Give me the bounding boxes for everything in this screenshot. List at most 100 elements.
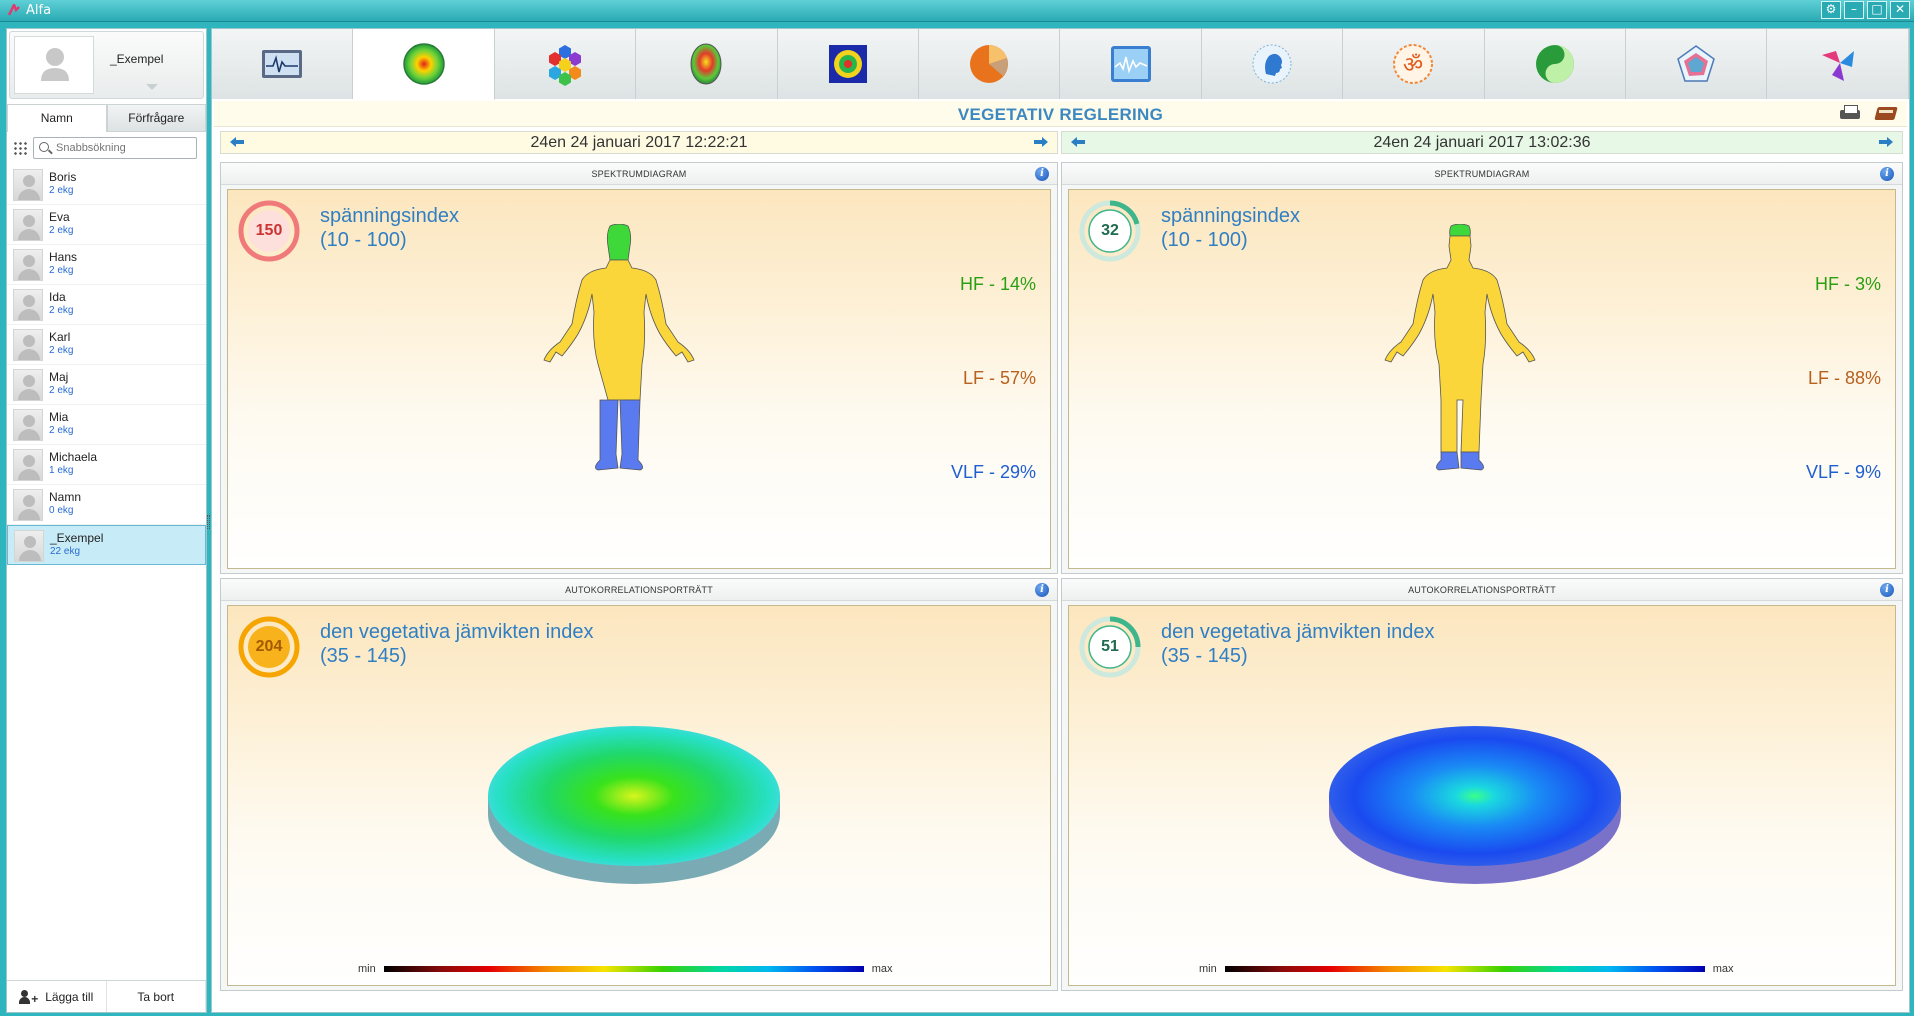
list-item[interactable]: Maj 2 ekg (7, 365, 206, 405)
printer-icon[interactable] (1839, 104, 1861, 122)
arrow-left-icon[interactable] (229, 137, 245, 147)
autocorrelation-panel-right: AUTOKORRELATIONSPORTRÄTT i 51 den vegeta… (1061, 578, 1903, 991)
add-user-icon: + (19, 989, 39, 1005)
om-symbol-icon: ॐ (1393, 44, 1434, 84)
waveform-icon (1110, 46, 1151, 82)
index-range: (35 - 145) (320, 645, 407, 667)
gauge-wrap: 32 (1079, 200, 1141, 262)
tab-molecule[interactable] (1767, 29, 1909, 99)
tab-mandala[interactable] (777, 29, 919, 99)
color-scale: min max (1199, 963, 1734, 975)
list-item[interactable]: Karl 2 ekg (7, 325, 206, 365)
tab-pie-chart[interactable] (918, 29, 1061, 99)
arrow-left-icon[interactable] (1070, 137, 1086, 147)
tab-waveform[interactable] (1060, 29, 1202, 99)
gauge-wrap: 51 (1079, 616, 1141, 678)
tab-head-profile[interactable] (1201, 29, 1344, 99)
yin-yang-icon (1535, 45, 1574, 83)
panel-title: AUTOKORRELATIONSPORTRÄTT (221, 579, 1057, 601)
tab-hexagons[interactable] (494, 29, 637, 99)
list-item[interactable]: Namn 0 ekg (7, 485, 206, 525)
user-name: Karl (49, 330, 71, 344)
settings-window-button[interactable]: ⚙ (1821, 1, 1841, 19)
date-bar-left: 24en 24 januari 2017 12:22:21 (220, 131, 1058, 154)
avatar-icon (13, 289, 43, 321)
scale-min-label: min (1199, 963, 1217, 975)
ekg-count: 1 ekg (49, 465, 74, 476)
remove-button[interactable]: Ta bort (107, 981, 206, 1012)
hexagon-cluster-icon (548, 45, 581, 86)
tab-name[interactable]: Namn (7, 104, 107, 132)
user-list: Boris 2 ekg Eva 2 ekg Hans 2 ekg Ida 2 ekg K… (7, 165, 206, 565)
user-name: Ida (49, 290, 66, 304)
info-icon[interactable]: i (1880, 583, 1894, 597)
autocorrelation-disc (1329, 726, 1621, 884)
gauge-wrap: 204 (238, 616, 300, 678)
head-profile-icon (1252, 44, 1292, 84)
spectrum-panel-right: SPEKTRUMDIAGRAM i 32 spänningsindex (10 … (1061, 162, 1903, 574)
ekg-count: 2 ekg (49, 305, 74, 316)
search-field[interactable] (33, 137, 197, 159)
user-name: Namn (49, 490, 82, 504)
lf-value: LF - 57% (962, 368, 1036, 388)
info-icon[interactable]: i (1035, 583, 1049, 597)
tab-radar[interactable] (1625, 29, 1768, 99)
user-silhouette-icon (41, 48, 69, 81)
info-icon[interactable]: i (1880, 167, 1894, 181)
scale-max-label: max (1712, 963, 1734, 975)
tab-brain-map[interactable] (636, 29, 778, 99)
vlf-value: VLF - 29% (950, 462, 1036, 482)
autocorrelation-disc (488, 726, 780, 884)
pie-chart-icon (970, 45, 1009, 83)
human-body-figure (1384, 224, 1536, 471)
book-icon[interactable] (1875, 104, 1897, 122)
user-name: Hans (49, 250, 78, 264)
arrow-right-icon[interactable] (1878, 137, 1894, 147)
scale-min-label: min (358, 963, 376, 975)
ekg-count: 2 ekg (49, 225, 74, 236)
panel-title: AUTOKORRELATIONSPORTRÄTT (1062, 579, 1902, 601)
tab-ecg-monitor[interactable] (212, 29, 354, 99)
close-button[interactable]: ✕ (1890, 1, 1910, 19)
arrow-right-icon[interactable] (1033, 137, 1049, 147)
index-label-block: den vegetativa jämvikten index (35 - 145… (320, 620, 594, 668)
tab-om[interactable]: ॐ (1343, 29, 1485, 99)
module-toolbar: ॐ (212, 29, 1909, 100)
add-user-button[interactable]: + Lägga till (7, 981, 107, 1012)
list-item[interactable]: Michaela 1 ekg (7, 445, 206, 485)
info-icon[interactable]: i (1035, 167, 1049, 181)
tab-requester[interactable]: Förfrågare (106, 104, 206, 132)
ekg-count: 22 ekg (50, 546, 81, 557)
app-logo-icon (8, 4, 20, 16)
search-input[interactable] (56, 140, 192, 156)
list-item[interactable]: Boris 2 ekg (7, 165, 206, 205)
grid-menu-icon[interactable] (13, 141, 27, 155)
stress-index-value: 150 (255, 222, 283, 239)
avatar-icon (13, 249, 43, 281)
date-left: 24en 24 januari 2017 12:22:21 (530, 133, 748, 151)
list-item[interactable]: Ida 2 ekg (7, 285, 206, 325)
list-item[interactable]: Hans 2 ekg (7, 245, 206, 285)
maximize-button[interactable]: □ (1867, 1, 1887, 19)
list-item-selected[interactable]: _Exempel 22 ekg (7, 525, 206, 565)
gauge-wrap: 150 (238, 200, 300, 262)
splitter-handle[interactable] (207, 515, 210, 529)
main-area: ॐ VEGETATIV REGLERING 24en 24 januari 20… (211, 28, 1910, 1013)
panel-title: SPEKTRUMDIAGRAM (221, 163, 1057, 185)
tab-yin-yang[interactable] (1484, 29, 1626, 99)
avatar-icon (13, 449, 43, 481)
list-item[interactable]: Eva 2 ekg (7, 205, 206, 245)
index-range: (35 - 145) (1161, 645, 1248, 667)
user-name: Michaela (49, 450, 98, 464)
list-item[interactable]: Mia 2 ekg (7, 405, 206, 445)
lf-value: LF - 88% (1807, 368, 1881, 388)
date-right: 24en 24 januari 2017 13:02:36 (1373, 133, 1591, 151)
ekg-count: 0 ekg (49, 505, 74, 516)
profile-card[interactable]: _Exempel (9, 31, 204, 99)
tab-vegetative-regulation[interactable] (353, 29, 495, 100)
scale-max-label: max (871, 963, 893, 975)
vlf-value: VLF - 9% (1805, 462, 1881, 482)
chevron-down-icon[interactable] (146, 84, 158, 90)
minimize-button[interactable]: – (1844, 1, 1864, 19)
avatar-icon (13, 489, 43, 521)
